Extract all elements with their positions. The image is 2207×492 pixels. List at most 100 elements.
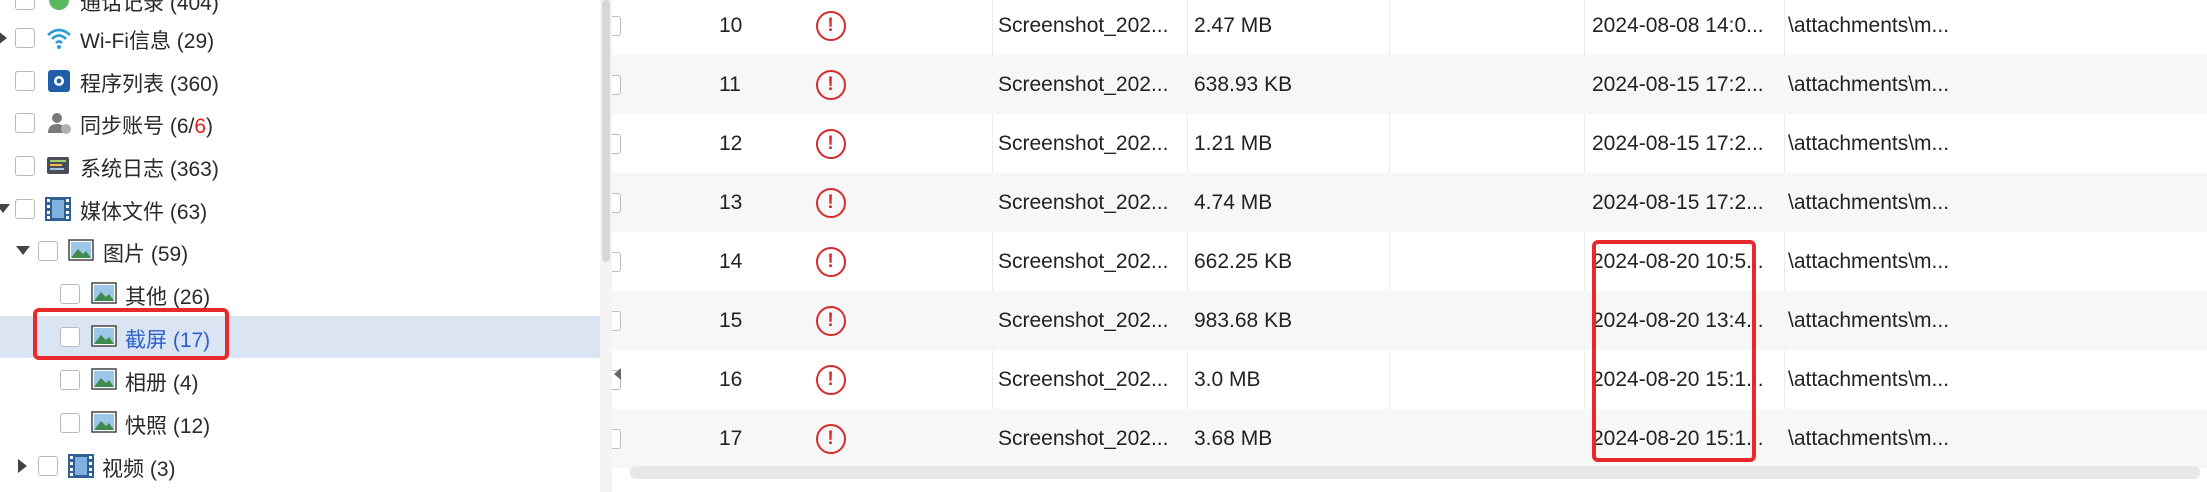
warning-icon: !	[816, 129, 846, 159]
warning-icon: !	[816, 424, 846, 454]
call-log-icon	[46, 0, 72, 12]
tree-item-screenshots[interactable]: 截屏 (17)	[0, 316, 600, 358]
row-checkbox[interactable]	[612, 311, 621, 331]
warning-icon: !	[816, 306, 846, 336]
name-cell: Screenshot_202...	[998, 132, 1169, 155]
name-cell: Screenshot_202...	[998, 368, 1169, 391]
tree-item-album[interactable]: 相册 (4)	[0, 359, 600, 401]
warning-icon: !	[816, 70, 846, 100]
size-cell: 1.21 MB	[1194, 132, 1273, 155]
checkbox[interactable]	[60, 370, 80, 390]
warning-symbol: !	[827, 310, 834, 331]
path-cell: \attachments\m...	[1788, 427, 1950, 450]
tree-item-wifi[interactable]: Wi-Fi信息 (29)	[0, 17, 600, 59]
size-cell: 3.68 MB	[1194, 427, 1273, 450]
tree-item-label: Wi-Fi信息 (29)	[80, 30, 215, 53]
tree-item-label: 图片 (59)	[103, 243, 189, 266]
path-cell: \attachments\m...	[1788, 250, 1950, 273]
checkbox[interactable]	[38, 456, 58, 476]
path-cell: \attachments\m...	[1788, 14, 1950, 37]
checkbox[interactable]	[60, 413, 80, 433]
tree-item-snapshot[interactable]: 快照 (12)	[0, 402, 600, 444]
expand-arrow-icon[interactable]	[18, 459, 27, 473]
wifi-icon	[46, 26, 72, 50]
table-row[interactable]: 15! Screenshot_202... 983.68 KB 2024-08-20 …	[612, 291, 2207, 350]
checkbox[interactable]	[15, 199, 35, 219]
index-cell: 15	[719, 309, 743, 332]
index-cell: 14	[719, 250, 743, 273]
tree-item-media-files[interactable]: 媒体文件 (63)	[0, 188, 600, 230]
media-file-icon	[44, 196, 71, 221]
warning-symbol: !	[827, 74, 834, 95]
warning-icon: !	[816, 365, 846, 395]
warning-symbol: !	[827, 428, 834, 449]
row-checkbox[interactable]	[612, 75, 621, 95]
table-row[interactable]: 11! Screenshot_202... 638.93 KB 2024-08-15 …	[612, 55, 2207, 114]
time-cell: 2024-08-20 13:4...	[1592, 309, 1764, 332]
name-cell: Screenshot_202...	[998, 191, 1169, 214]
warning-icon: !	[816, 247, 846, 277]
table-row[interactable]: 16! Screenshot_202... 3.0 MB 2024-08-20 15:…	[612, 350, 2207, 409]
tree-item-label: 通话记录 (404)	[80, 0, 219, 15]
index-cell: 13	[719, 191, 743, 214]
index-cell: 17	[719, 427, 743, 450]
checkbox[interactable]	[15, 28, 35, 48]
tree-item-label: 截屏 (17)	[125, 329, 211, 352]
checkbox[interactable]	[15, 0, 35, 10]
name-cell: Screenshot_202...	[998, 250, 1169, 273]
expand-arrow-icon[interactable]	[0, 31, 7, 45]
checkbox[interactable]	[15, 113, 35, 133]
path-cell: \attachments\m...	[1788, 368, 1950, 391]
warning-icon: !	[816, 11, 846, 41]
collapse-panel-icon[interactable]	[614, 368, 621, 380]
size-cell: 662.25 KB	[1194, 250, 1293, 273]
tree-item-label: 其他 (26)	[125, 286, 211, 309]
row-checkbox[interactable]	[612, 193, 621, 213]
collapse-arrow-icon[interactable]	[16, 246, 30, 255]
checkbox[interactable]	[38, 241, 58, 261]
path-cell: \attachments\m...	[1788, 191, 1950, 214]
table-row[interactable]: 13! Screenshot_202... 4.74 MB 2024-08-15 17…	[612, 173, 2207, 232]
time-cell: 2024-08-08 14:0...	[1592, 14, 1764, 37]
table-row[interactable]: 14! Screenshot_202... 662.25 KB 2024-08-20 …	[612, 232, 2207, 291]
tree-scrollbar-thumb[interactable]	[602, 0, 610, 262]
checkbox[interactable]	[60, 284, 80, 304]
row-checkbox[interactable]	[612, 252, 621, 272]
row-checkbox[interactable]	[612, 134, 621, 154]
warning-symbol: !	[827, 133, 834, 154]
tree-item-program-list[interactable]: 程序列表 (360)	[0, 60, 600, 102]
row-checkbox[interactable]	[612, 16, 621, 36]
tree-item-sync-account[interactable]: 同步账号 (6/6)	[0, 102, 600, 144]
size-cell: 983.68 KB	[1194, 309, 1293, 332]
tree-item-system-log[interactable]: 系统日志 (363)	[0, 145, 600, 187]
image-icon	[91, 411, 117, 435]
horizontal-scrollbar[interactable]	[630, 466, 2200, 479]
collapse-arrow-icon[interactable]	[0, 204, 10, 213]
checkbox[interactable]	[60, 327, 80, 347]
index-cell: 16	[719, 368, 743, 391]
checkbox[interactable]	[15, 71, 35, 91]
size-cell: 2.47 MB	[1194, 14, 1273, 37]
time-cell: 2024-08-15 17:2...	[1592, 132, 1764, 155]
tree-item-label: 媒体文件 (63)	[80, 201, 208, 224]
system-log-icon	[46, 154, 72, 178]
name-cell: Screenshot_202...	[998, 427, 1169, 450]
category-tree: 通话记录 (404) Wi-Fi信息 (29) 程序列表 (360) 同步账号 …	[0, 0, 612, 492]
row-checkbox[interactable]	[612, 429, 621, 449]
file-table: 10! Screenshot_202... 2.47 MB 2024-08-08 14…	[612, 0, 2207, 492]
path-cell: \attachments\m...	[1788, 309, 1950, 332]
warning-symbol: !	[827, 369, 834, 390]
tree-item-video[interactable]: 视频 (3)	[0, 445, 600, 487]
time-cell: 2024-08-15 17:2...	[1592, 191, 1764, 214]
tree-item-other[interactable]: 其他 (26)	[0, 273, 600, 315]
table-row[interactable]: 10! Screenshot_202... 2.47 MB 2024-08-08 14…	[612, 0, 2207, 55]
table-row[interactable]: 12! Screenshot_202... 1.21 MB 2024-08-15 17…	[612, 114, 2207, 173]
table-row[interactable]: 17! Screenshot_202... 3.68 MB 2024-08-20 15…	[612, 409, 2207, 468]
tree-scrollbar[interactable]	[600, 0, 612, 492]
tree-item-label: 系统日志 (363)	[80, 158, 219, 181]
time-cell: 2024-08-20 10:5...	[1592, 250, 1764, 273]
program-list-icon	[46, 69, 72, 93]
image-icon	[91, 368, 117, 392]
checkbox[interactable]	[15, 156, 35, 176]
tree-item-images[interactable]: 图片 (59)	[0, 230, 600, 272]
